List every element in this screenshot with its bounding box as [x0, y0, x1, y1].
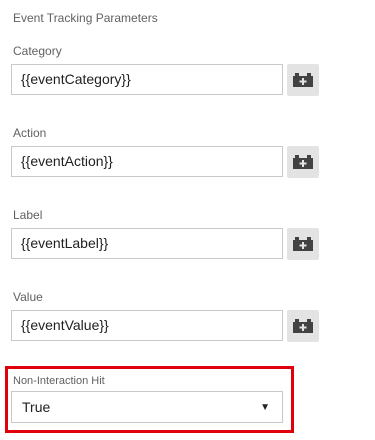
- variable-brick-icon: [293, 73, 313, 87]
- category-input[interactable]: {{eventCategory}}: [11, 64, 283, 95]
- non-interaction-selected-value: True: [22, 399, 51, 415]
- variable-brick-icon: [293, 155, 313, 169]
- value-label: Value: [13, 290, 43, 304]
- section-title: Event Tracking Parameters: [13, 11, 158, 25]
- action-variable-button[interactable]: [287, 146, 319, 178]
- label-label: Label: [13, 208, 43, 222]
- label-variable-button[interactable]: [287, 228, 319, 260]
- category-variable-button[interactable]: [287, 64, 319, 96]
- variable-brick-icon: [293, 237, 313, 251]
- action-label: Action: [13, 126, 47, 140]
- dropdown-caret-icon: ▼: [260, 401, 270, 413]
- value-input[interactable]: {{eventValue}}: [11, 310, 283, 341]
- variable-brick-icon: [293, 319, 313, 333]
- value-variable-button[interactable]: [287, 310, 319, 342]
- action-input[interactable]: {{eventAction}}: [11, 146, 283, 177]
- non-interaction-select[interactable]: True ▼: [11, 391, 283, 423]
- label-input[interactable]: {{eventLabel}}: [11, 228, 283, 259]
- non-interaction-label: Non-Interaction Hit: [13, 375, 105, 387]
- category-label: Category: [13, 44, 62, 58]
